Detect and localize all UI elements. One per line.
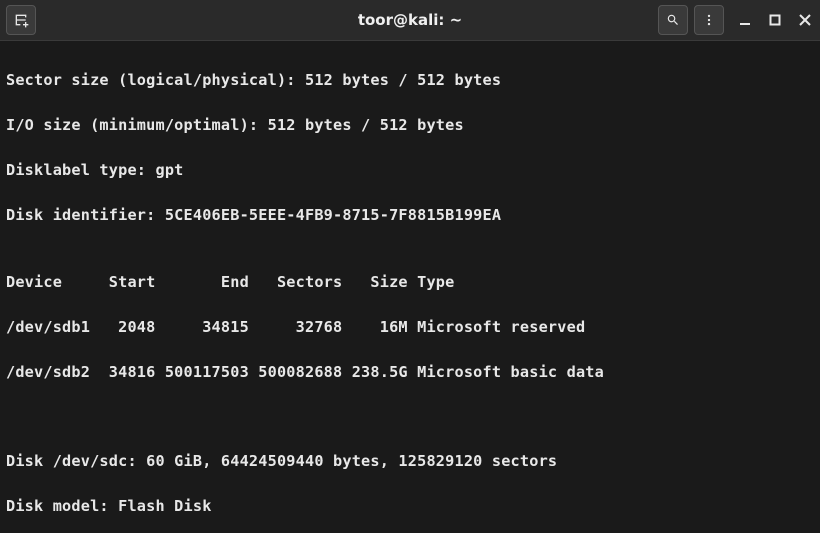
terminal-output[interactable]: Sector size (logical/physical): 512 byte…	[0, 41, 820, 533]
maximize-icon	[769, 14, 781, 26]
close-icon	[799, 14, 811, 26]
output-line: I/O size (minimum/optimal): 512 bytes / …	[6, 114, 814, 136]
title-bar-right	[658, 5, 814, 35]
new-tab-icon	[13, 12, 29, 28]
search-icon	[666, 13, 680, 27]
menu-button[interactable]	[694, 5, 724, 35]
close-button[interactable]	[796, 11, 814, 29]
output-line: Disk identifier: 5CE406EB-5EEE-4FB9-8715…	[6, 204, 814, 226]
output-line: Sector size (logical/physical): 512 byte…	[6, 69, 814, 91]
minimize-icon	[739, 14, 751, 26]
table-row: /dev/sdb1 2048 34815 32768 16M Microsoft…	[6, 316, 814, 338]
output-line: Disk model: Flash Disk	[6, 495, 814, 517]
table-row: /dev/sdb2 34816 500117503 500082688 238.…	[6, 361, 814, 383]
output-line: Disklabel type: gpt	[6, 159, 814, 181]
minimize-button[interactable]	[736, 11, 754, 29]
search-button[interactable]	[658, 5, 688, 35]
maximize-button[interactable]	[766, 11, 784, 29]
new-tab-button[interactable]	[6, 5, 36, 35]
window-title: toor@kali: ~	[358, 11, 462, 29]
title-bar: toor@kali: ~	[0, 0, 820, 41]
disk-header: Disk /dev/sdc: 60 GiB, 64424509440 bytes…	[6, 450, 814, 472]
table-header: Device Start End Sectors Size Type	[6, 271, 814, 293]
kebab-menu-icon	[702, 13, 716, 27]
